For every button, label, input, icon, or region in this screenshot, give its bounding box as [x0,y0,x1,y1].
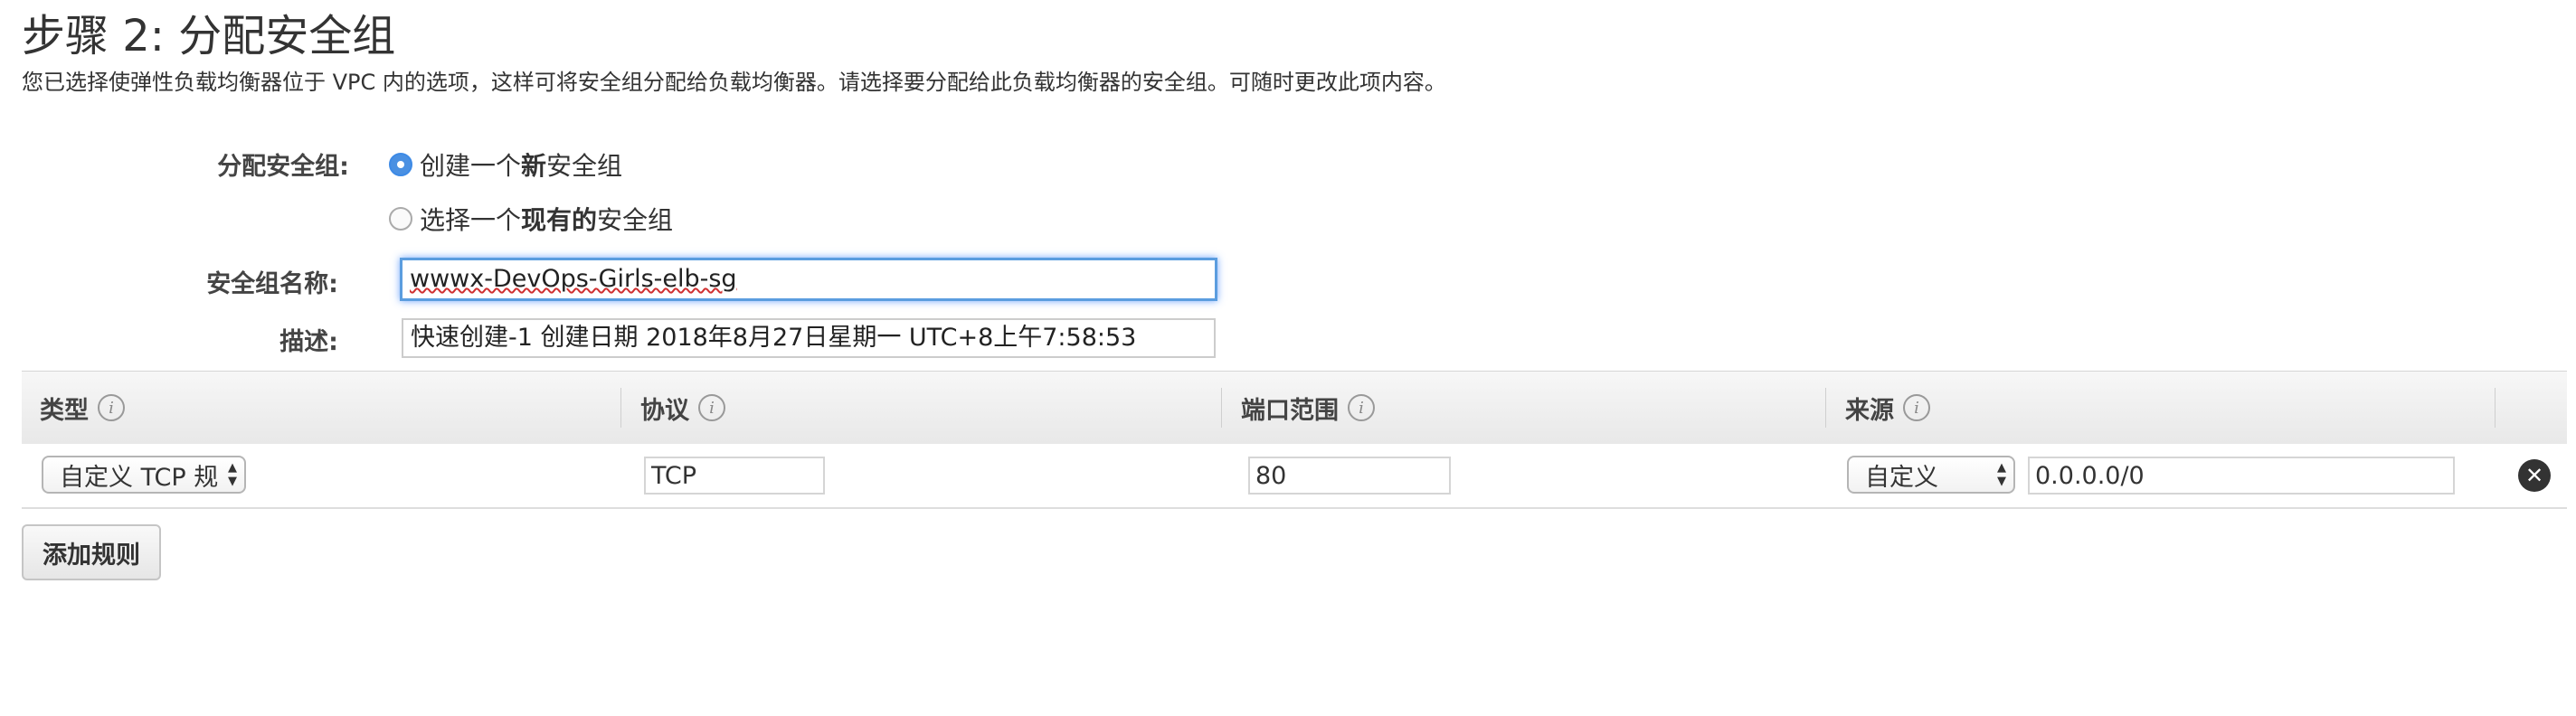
radio-button-unchecked[interactable] [389,207,412,231]
assign-security-group-label: 分配安全组: [217,153,349,181]
column-divider [1221,388,1222,428]
column-divider [2495,388,2496,428]
protocol-field: TCP [644,457,825,495]
radio-create-new-security-group[interactable]: 创建一个新安全组 [389,146,622,183]
column-divider [620,388,621,428]
column-divider [1825,388,1826,428]
security-group-name-input[interactable]: wwwx-DevOps-Girls-elb-sg [400,258,1217,301]
source-cidr-input[interactable]: 0.0.0.0/0 [2028,457,2455,495]
rules-table-header: 类型 i 协议 i 端口范围 i 来源 i [22,371,2567,445]
info-icon[interactable]: i [698,394,725,421]
security-group-name-label: 安全组名称: [206,270,338,298]
port-range-input[interactable]: 80 [1248,457,1451,495]
description-label: 描述: [279,328,338,356]
radio-select-existing-security-group[interactable]: 选择一个现有的安全组 [389,201,673,237]
rule-type-select[interactable]: 自定义 TCP 规 ▲ ▼ [42,456,246,494]
description-input[interactable]: 快速创建-1 创建日期 2018年8月27日星期一 UTC+8上午7:58:53 [402,318,1216,358]
info-icon[interactable]: i [98,394,125,421]
radio-create-new-label: 创建一个新安全组 [420,151,623,181]
table-row: 自定义 TCP 规 ▲ ▼ TCP 80 自定义 ▲ ▼ 0.0.0.0/0 ✕ [22,444,2567,509]
add-rule-button[interactable]: 添加规则 [22,524,161,580]
radio-select-existing-label: 选择一个现有的安全组 [420,205,674,235]
updown-arrows-icon: ▲ ▼ [1997,461,2006,488]
source-type-value: 自定义 [1865,463,1938,492]
remove-rule-icon[interactable]: ✕ [2518,459,2551,492]
radio-button-checked[interactable] [389,153,412,176]
info-icon[interactable]: i [1348,394,1375,421]
column-header-port-range: 端口范围 i [1241,372,1375,444]
info-icon[interactable]: i [1903,394,1930,421]
column-header-source: 来源 i [1845,372,1930,444]
source-type-select[interactable]: 自定义 ▲ ▼ [1847,456,2015,494]
page-description: 您已选择使弹性负载均衡器位于 VPC 内的选项，这样可将安全组分配给负载均衡器。… [22,70,1446,95]
updown-arrows-icon: ▲ ▼ [228,461,237,488]
security-group-step-page: 步骤 2: 分配安全组 您已选择使弹性负载均衡器位于 VPC 内的选项，这样可将… [0,0,2576,716]
page-title: 步骤 2: 分配安全组 [22,11,396,61]
column-header-protocol: 协议 i [640,372,725,444]
rule-type-value: 自定义 TCP 规 [60,463,219,492]
security-group-name-value: wwwx-DevOps-Girls-elb-sg [410,265,737,293]
column-header-type: 类型 i [40,372,125,444]
